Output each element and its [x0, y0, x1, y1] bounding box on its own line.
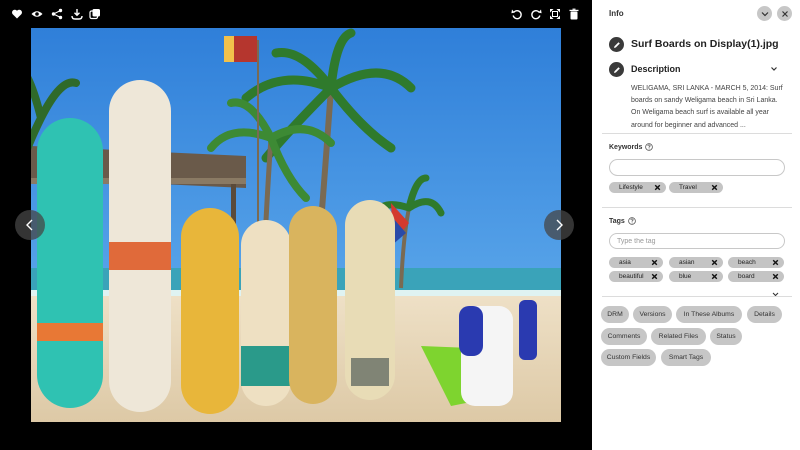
tag-chip: asia [609, 257, 663, 268]
info-panel: Info Surf Boards on Display(1).jpg Descr… [592, 0, 800, 450]
copy-link-icon[interactable] [88, 7, 102, 21]
keyword-chip: Travel [669, 182, 723, 193]
description-text: WELIGAMA, SRI LANKA - MARCH 5, 2014: Sur… [631, 85, 783, 129]
rotate-left-icon[interactable] [510, 7, 524, 21]
chip-label: asia [619, 259, 631, 266]
description-label: Description [631, 64, 681, 74]
tags-label: Tags [609, 217, 636, 225]
chip-label: blue [679, 273, 692, 280]
keywords-label-text: Keywords [609, 143, 643, 151]
tab-drm[interactable]: DRM [601, 306, 629, 323]
tab-details[interactable]: Details [747, 306, 782, 323]
rotate-right-icon[interactable] [529, 7, 543, 21]
chip-label: board [738, 273, 755, 280]
chip-label: beautiful [619, 273, 644, 280]
edit-filename-button[interactable] [609, 37, 624, 52]
tags-label-text: Tags [609, 217, 625, 225]
tab-related-files[interactable]: Related Files [651, 328, 706, 345]
remove-chip-icon[interactable] [711, 184, 718, 191]
chevron-left-icon [26, 219, 33, 231]
keywords-label: Keywords [609, 143, 654, 151]
file-name: Surf Boards on Display(1).jpg [631, 38, 779, 50]
collapse-panel-button[interactable] [757, 6, 772, 21]
panel-header: Info [592, 0, 800, 28]
favorite-heart-icon[interactable] [10, 7, 24, 21]
remove-chip-icon[interactable] [654, 184, 661, 191]
chip-label: Travel [679, 184, 697, 191]
chip-label: asian [679, 259, 695, 266]
tab-smart-tags[interactable]: Smart Tags [661, 349, 711, 366]
close-panel-button[interactable] [777, 6, 792, 21]
tag-chip: beach [728, 257, 784, 268]
close-icon [781, 10, 788, 17]
remove-chip-icon[interactable] [651, 259, 658, 266]
edit-description-button[interactable] [609, 62, 624, 77]
share-icon[interactable] [50, 7, 64, 21]
chevron-right-icon [556, 219, 563, 231]
chip-label: beach [738, 259, 756, 266]
remove-chip-icon[interactable] [711, 273, 718, 280]
tab-custom-fields[interactable]: Custom Fields [601, 349, 656, 366]
image-viewer [0, 0, 592, 450]
chip-label: Lifestyle [619, 184, 643, 191]
tag-chip: board [728, 271, 784, 282]
divider [602, 296, 792, 297]
keywords-input[interactable] [609, 159, 785, 176]
surfboards-photo [31, 28, 561, 422]
tag-chip: beautiful [609, 271, 663, 282]
remove-chip-icon[interactable] [772, 259, 779, 266]
tags-input[interactable] [609, 233, 785, 249]
tags-expand-chevron-icon[interactable] [771, 286, 780, 297]
panel-title: Info [609, 9, 624, 18]
pencil-icon [613, 66, 620, 73]
pencil-icon [613, 41, 620, 48]
previous-image-button[interactable] [15, 210, 45, 240]
help-icon[interactable] [645, 143, 654, 151]
remove-chip-icon[interactable] [651, 273, 658, 280]
description-expand-chevron-icon[interactable] [769, 61, 779, 71]
tab-status[interactable]: Status [710, 328, 742, 345]
view-eye-icon[interactable] [30, 7, 44, 21]
remove-chip-icon[interactable] [772, 273, 779, 280]
tab-in-these-albums[interactable]: In These Albums [676, 306, 742, 323]
remove-chip-icon[interactable] [711, 259, 718, 266]
tab-comments[interactable]: Comments [601, 328, 647, 345]
next-image-button[interactable] [544, 210, 574, 240]
keyword-chip: Lifestyle [609, 182, 666, 193]
tag-chip: blue [669, 271, 723, 282]
divider [602, 133, 792, 134]
tag-chip: asian [669, 257, 723, 268]
delete-trash-icon[interactable] [567, 7, 581, 21]
help-icon[interactable] [628, 217, 636, 225]
tab-versions[interactable]: Versions [633, 306, 672, 323]
chevron-down-icon [761, 11, 768, 16]
fit-screen-icon[interactable] [548, 7, 562, 21]
divider [602, 207, 792, 208]
download-icon[interactable] [70, 7, 84, 21]
